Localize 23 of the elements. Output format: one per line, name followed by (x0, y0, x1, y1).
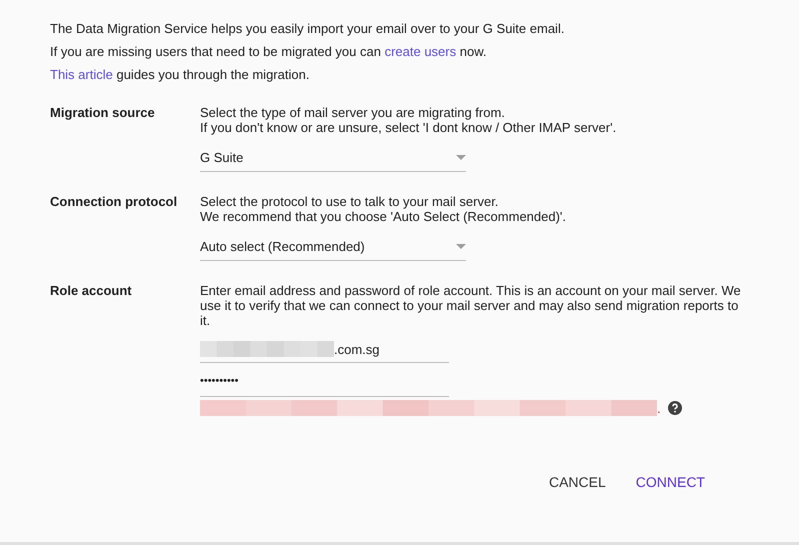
description-text: Select the type of mail server you are migrating from. (200, 105, 506, 120)
password-field[interactable]: •••••••••• (200, 375, 449, 397)
description-text: If you don't know or are unsure, select 'I dont know / Other IMAP server'. (200, 120, 618, 135)
error-text: . (657, 400, 661, 416)
link[interactable]: create users (384, 44, 456, 59)
dropdown[interactable]: Auto select (Recommended) (200, 239, 466, 261)
section-label: Role account (50, 283, 133, 300)
intro-text: The Data Migration Service helps you easily import your email over to your G Suite email. (50, 21, 566, 37)
intro-text: If you are missing users that need to be migrated you can create users now. (50, 44, 488, 60)
help-icon[interactable] (668, 401, 682, 415)
cancel-button[interactable]: CANCEL (536, 466, 618, 498)
caret-icon (456, 244, 466, 249)
caret-icon (456, 155, 466, 160)
description-text: We recommend that you choose 'Auto Select (Recommended)'. (200, 209, 568, 224)
section-label: Migration source (50, 105, 156, 122)
link[interactable]: This article (50, 67, 113, 82)
intro-text: This article guides you through the migration. (50, 67, 310, 83)
description-text: Select the protocol to use to talk to your mail server. (200, 194, 500, 209)
dropdown[interactable]: G Suite (200, 150, 466, 172)
section-label: Connection protocol (50, 194, 178, 211)
connect-button[interactable]: CONNECT (624, 466, 717, 498)
description-text: Enter email address and password of role account. This is an account on your mail server. We use it to verify that we can connect to your mail server and may also send migration reports to it. (200, 283, 742, 328)
email-field[interactable]: .com.sg (200, 341, 449, 363)
